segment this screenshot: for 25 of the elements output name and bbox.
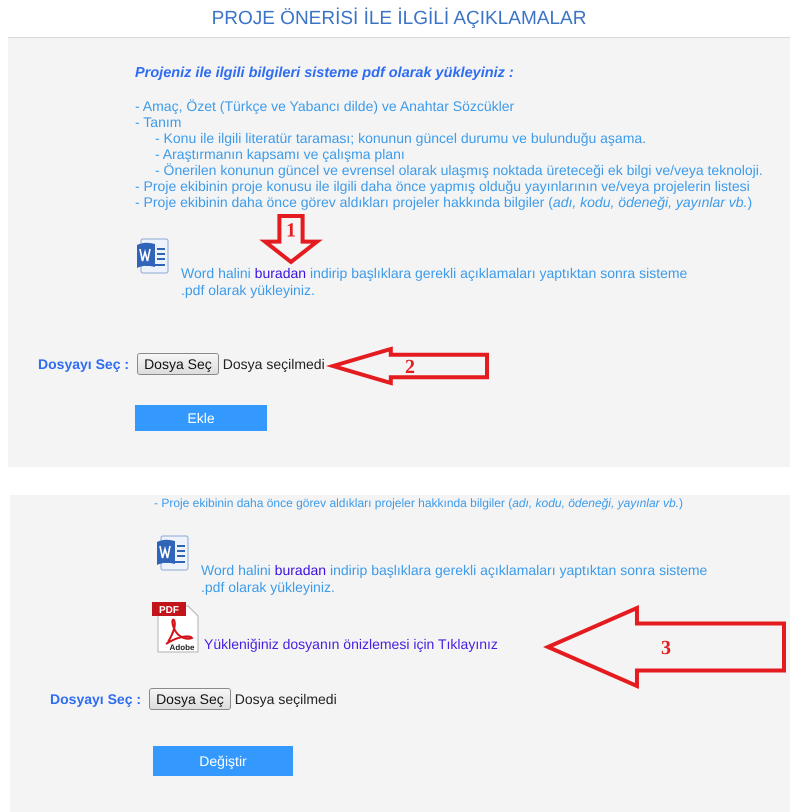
file-status-text: Dosya seçilmedi [234,691,337,707]
step-number: 3 [661,637,671,659]
requirement-text: - Önerilen konunun güncel ve evrensel olarak ulaşmış noktada üreteceği ek bilgi ve/veya teknoloji. [155,162,763,178]
instruction-text: Word halini buradan indirip başlıklara gerekli açıklamaları yaptıktan sonra sisteme .pdf olarak yükleyiniz. [201,562,708,596]
preview-link[interactable]: Yükleniğiniz dosyanın önizlemesi için Tıklayınız [204,636,498,652]
page-title: PROJE ÖNERİSİ İLE İLGİLİ AÇIKLAMALAR [212,8,586,30]
download-link[interactable]: buradan [274,562,326,578]
requirement-text: - Amaç, Özet (Türkçe ve Yabancı dilde) ve Anahtar Sözcükler [135,98,514,114]
file-status-text: Dosya seçilmedi [222,356,325,372]
choose-file-button[interactable]: Dosya Seç [137,353,219,375]
requirement-text: - Tanım [135,114,182,130]
file-label: Dosyayı Seç : [50,691,142,707]
requirement-text: - Konu ile ilgili literatür taraması; konunun güncel durumu ve bulunduğu aşama. [155,130,646,146]
requirement-text: - Proje ekibinin daha önce görev aldıkları projeler hakkında bilgiler (adı, kodu, ödeneği, yayınlar vb.) [153,496,684,510]
step-number: 1 [286,219,296,242]
step-number: 2 [405,356,415,378]
section-heading: Projeniz ile ilgili bilgileri sisteme pdf olarak yükleyiniz : [135,65,515,81]
file-label: Dosyayı Seç : [38,356,130,372]
choose-file-button[interactable]: Dosya Seç [149,688,231,710]
download-link[interactable]: buradan [254,265,306,281]
requirement-text: - Proje ekibinin daha önce görev aldıkları projeler hakkında bilgiler (adı, kodu, ödeneği, yayınlar vb.) [135,194,752,210]
requirement-text: - Araştırmanın kapsamı ve çalışma planı [155,146,405,162]
arrow-drawing [259,214,323,265]
instruction-text: Word halini buradan indirip başlıklara gerekli açıklamaları yaptıktan sonra sisteme .pdf olarak yükleyiniz. [181,265,688,299]
requirement-text: - Proje ekibinin proje konusu ile ilgili daha önce yapmış olduğu yayınlarının ve/veya projelerin listesi [135,178,750,194]
